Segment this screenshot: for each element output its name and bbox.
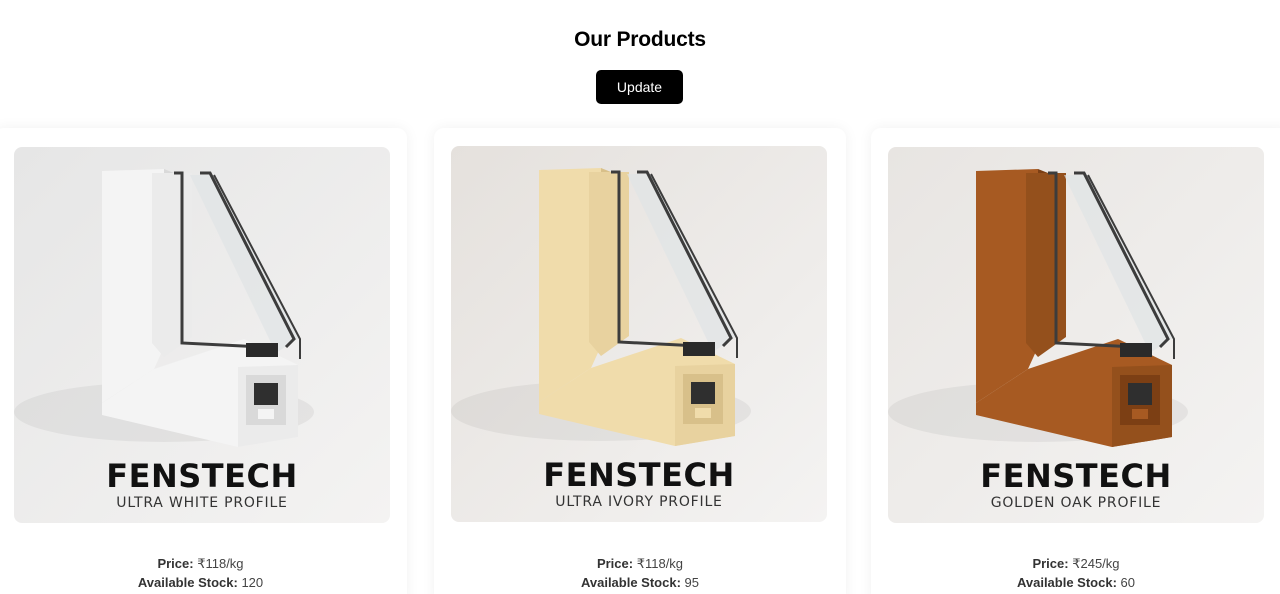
price-value: ₹118/kg — [197, 556, 244, 571]
stock-line: Available Stock: 120 — [0, 573, 401, 592]
price-label: Price: — [157, 556, 194, 571]
product-variant: ULTRA IVORY PROFILE — [555, 494, 723, 510]
price-label: Price: — [596, 556, 634, 571]
price-line: Price: ₹118/kg — [434, 554, 846, 573]
stock-value: 95 — [684, 575, 700, 590]
product-brand: FENSTECH — [106, 457, 298, 495]
product-info: Price: ₹118/kg Available Stock: 120 — [0, 554, 401, 592]
stock-label: Available Stock: — [580, 575, 681, 590]
product-card: FENSTECH ULTRA WHITE PROFILE Price: ₹118… — [0, 128, 407, 594]
product-brand: FENSTECH — [543, 456, 735, 494]
price-line: Price: ₹245/kg — [871, 554, 1280, 573]
price-value: ₹245/kg — [1072, 556, 1120, 571]
price-line: Price: ₹118/kg — [0, 554, 401, 573]
stock-line: Available Stock: 60 — [871, 573, 1280, 592]
product-variant: GOLDEN OAK PROFILE — [990, 495, 1162, 511]
product-image[interactable]: FENSTECH GOLDEN OAK PROFILE — [888, 147, 1264, 523]
product-info: Price: ₹245/kg Available Stock: 60 — [871, 554, 1280, 592]
page-title: Our Products — [574, 28, 706, 51]
price-label: Price: — [1032, 556, 1069, 571]
stock-value: 60 — [1120, 575, 1136, 590]
stock-label: Available Stock: — [1016, 575, 1117, 590]
price-value: ₹118/kg — [636, 556, 684, 571]
product-card: FENSTECH ULTRA IVORY PROFILE Price: ₹118… — [434, 128, 846, 594]
stock-label: Available Stock: — [137, 575, 238, 590]
product-image[interactable]: FENSTECH ULTRA WHITE PROFILE — [14, 147, 390, 523]
product-info: Price: ₹118/kg Available Stock: 95 — [434, 554, 846, 592]
product-image[interactable]: FENSTECH ULTRA IVORY PROFILE — [451, 146, 827, 522]
product-brand: FENSTECH — [980, 457, 1172, 495]
product-card: FENSTECH GOLDEN OAK PROFILE Price: ₹245/… — [871, 128, 1280, 594]
stock-line: Available Stock: 95 — [434, 573, 846, 592]
update-button[interactable]: Update — [596, 70, 683, 104]
stock-value: 120 — [241, 575, 264, 590]
product-variant: ULTRA WHITE PROFILE — [116, 495, 288, 511]
